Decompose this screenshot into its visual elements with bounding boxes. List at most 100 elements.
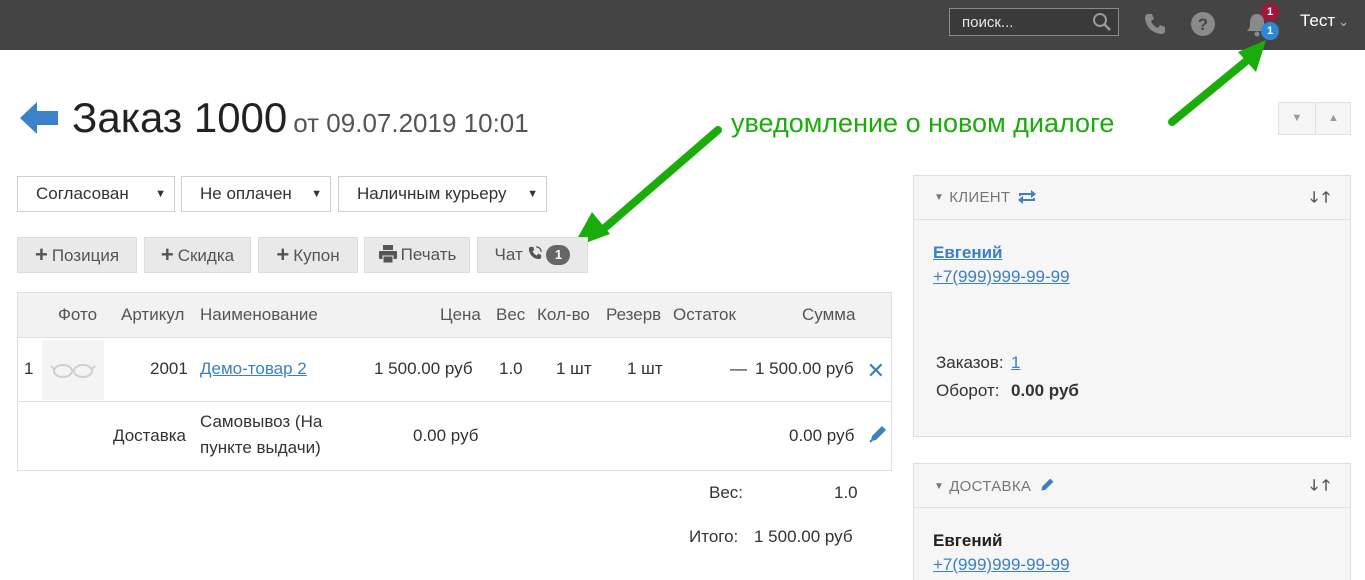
print-label: Печать: [400, 245, 457, 264]
back-arrow-icon[interactable]: [20, 102, 60, 134]
item-stock: —: [730, 359, 747, 378]
payment-select[interactable]: Не оплачен ▼: [181, 176, 331, 212]
search-icon[interactable]: [1092, 12, 1112, 32]
delivery-panel-title: ▼ ДОСТАВКА: [934, 477, 1055, 495]
collapse-controls: ▼ ▲: [1278, 102, 1351, 135]
status-select-value: Согласован: [36, 184, 129, 203]
notification-badge-blue: 1: [1261, 22, 1279, 40]
add-discount-label: Скидка: [177, 246, 235, 265]
col-name: Наименование: [200, 305, 318, 324]
turnover-label: Оборот:: [936, 381, 1000, 400]
delivery-phone-link[interactable]: +7(999)999-99-99: [933, 555, 1070, 575]
delivery-panel-header[interactable]: ▼ ДОСТАВКА 🡓 🡑: [914, 464, 1350, 508]
item-sum: 1 500.00 руб: [755, 359, 854, 378]
caret-down-icon: ▼: [155, 188, 166, 200]
delivery-recipient-name: Евгений: [933, 531, 1003, 550]
help-icon[interactable]: ?: [1190, 11, 1216, 37]
add-coupon-label: Купон: [293, 246, 340, 265]
delivery-title-text: ДОСТАВКА: [949, 478, 1032, 495]
user-menu[interactable]: Тест ⌄: [1300, 11, 1349, 31]
total-weight-label: Вес:: [709, 483, 744, 502]
col-reserve: Резерв: [606, 305, 662, 324]
item-reserve: 1 шт: [627, 359, 663, 378]
annotation-arrow-bell: [1168, 54, 1254, 126]
search-box: [949, 8, 1119, 36]
col-weight: Вес: [496, 305, 526, 324]
collapse-triangle-icon: ▼: [934, 481, 945, 492]
top-navbar: ? 1 1 Тест⌄: [0, 0, 1365, 50]
table-row: 1 2001 Демо-товар 2 1 500.00 руб 1.0 1 ш…: [18, 338, 891, 402]
plus-icon: +: [276, 242, 290, 267]
svg-text:?: ?: [1198, 15, 1208, 34]
row-number: 1: [24, 359, 34, 378]
delivery-row-name-line2: пункте выдачи): [200, 438, 321, 457]
total-weight-value: 1.0: [834, 483, 858, 502]
delivery-row-sum: 0.00 руб: [789, 426, 855, 445]
add-coupon-button[interactable]: + Купон: [258, 237, 358, 273]
col-price: Цена: [440, 305, 481, 324]
item-weight: 1.0: [499, 359, 523, 378]
delivery-row-label: Доставка: [113, 426, 187, 445]
annotation-arrow-chat: [596, 126, 722, 236]
phone-call-icon: [529, 246, 543, 260]
orders-count-link[interactable]: 1: [1011, 353, 1020, 373]
order-date: от 09.07.2019 10:01: [293, 108, 529, 138]
status-select[interactable]: Согласован ▼: [17, 176, 175, 212]
item-qty: 1 шт: [556, 359, 592, 378]
item-sku: 2001: [150, 359, 188, 378]
plus-icon: +: [34, 242, 48, 267]
add-position-button[interactable]: + Позиция: [17, 237, 137, 273]
move-panel-arrows[interactable]: 🡓 🡑: [1310, 187, 1330, 212]
col-sku: Артикул: [121, 305, 185, 324]
grand-total-label: Итого:: [689, 527, 739, 546]
edit-pencil-icon[interactable]: [868, 424, 888, 444]
client-name-link[interactable]: Евгений: [933, 243, 1003, 263]
plus-icon: +: [160, 242, 174, 267]
turnover-value: 0.00 руб: [1011, 381, 1079, 400]
add-position-label: Позиция: [51, 246, 120, 265]
collapse-down-button[interactable]: ▼: [1279, 103, 1315, 134]
delivery-select-value: Наличным курьеру: [357, 184, 507, 203]
grand-total-value: 1 500.00 руб: [754, 527, 853, 546]
move-panel-arrows[interactable]: 🡓 🡑: [1310, 475, 1330, 500]
chevron-down-icon: ⌄: [1338, 14, 1350, 29]
orders-count-label: Заказов:: [936, 353, 1004, 372]
item-price: 1 500.00 руб: [374, 359, 473, 378]
order-title: Заказ 1000: [72, 94, 288, 141]
delivery-row-price: 0.00 руб: [413, 426, 479, 445]
client-title-text: КЛИЕНТ: [949, 189, 1011, 206]
chat-count-badge: 1: [546, 245, 571, 265]
delivery-panel: ▼ ДОСТАВКА 🡓 🡑 Евгений +7(999)999-99-99: [913, 463, 1351, 580]
chat-label: Чат: [494, 245, 523, 264]
table-row: Доставка Самовывоз (На пункте выдачи) 0.…: [18, 402, 891, 470]
delivery-row-name-line1: Самовывоз (На: [200, 412, 323, 431]
col-stock: Остаток: [673, 305, 736, 324]
caret-down-icon: ▼: [311, 188, 322, 200]
client-phone-link[interactable]: +7(999)999-99-99: [933, 267, 1070, 287]
search-input[interactable]: [950, 9, 1090, 35]
glasses-icon: [50, 364, 96, 378]
collapse-triangle-icon: ▼: [934, 192, 945, 203]
page-title: Заказ 1000 от 09.07.2019 10:01: [72, 94, 529, 142]
edit-pencil-icon[interactable]: [1039, 477, 1055, 493]
printer-icon: [378, 245, 397, 264]
client-panel: ▼ КЛИЕНТ 🡓 🡑 Евгений +7(999)999-99-99 Зак…: [913, 175, 1351, 437]
add-discount-button[interactable]: + Скидка: [144, 237, 251, 273]
order-items-table: Фото Артикул Наименование Цена Вес Кол-в…: [17, 292, 892, 471]
delivery-select[interactable]: Наличным курьеру ▼: [338, 176, 547, 212]
chat-button[interactable]: Чат 1: [477, 237, 588, 273]
col-qty: Кол-во: [537, 305, 590, 324]
table-header: Фото Артикул Наименование Цена Вес Кол-в…: [18, 293, 891, 338]
client-panel-title: ▼ КЛИЕНТ: [934, 189, 1037, 206]
client-panel-header[interactable]: ▼ КЛИЕНТ 🡓 🡑: [914, 176, 1350, 220]
collapse-up-button[interactable]: ▲: [1315, 103, 1351, 134]
print-button[interactable]: Печать: [364, 237, 470, 273]
remove-item-icon[interactable]: ✕: [867, 358, 885, 384]
user-name: Тест: [1300, 11, 1336, 30]
item-name-link[interactable]: Демо-товар 2: [200, 359, 307, 379]
notification-badge-red: 1: [1261, 3, 1279, 21]
product-photo: [42, 340, 104, 400]
col-photo: Фото: [58, 305, 98, 324]
refresh-icon[interactable]: [1017, 190, 1037, 204]
phone-icon[interactable]: [1142, 11, 1168, 37]
